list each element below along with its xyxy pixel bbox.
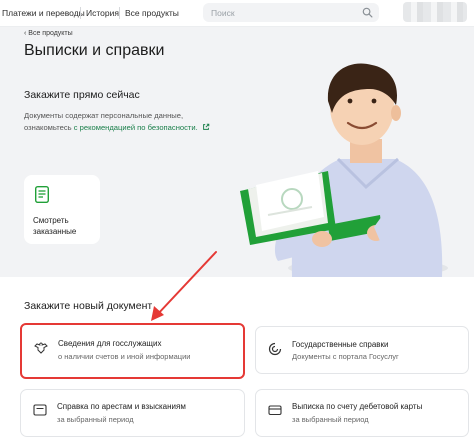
user-avatar-blurred[interactable] (403, 2, 467, 22)
document-list-icon (35, 186, 49, 203)
gosuslugi-icon (268, 342, 282, 356)
eagle-icon (34, 342, 48, 354)
arrests-certificate-card[interactable]: Справка по арестам и взысканиям за выбра… (20, 389, 245, 437)
search-icon (362, 7, 373, 18)
view-ordered-documents-card[interactable]: Смотреть заказанные (24, 175, 100, 244)
nav-divider (80, 7, 81, 19)
back-link-label: Все продукты (28, 30, 73, 37)
nav-all-products[interactable]: Все продукты (125, 8, 179, 18)
debit-card-statement-title: Выписка по счету дебетовой карты (292, 402, 423, 411)
view-ordered-line1: Смотреть (33, 216, 69, 225)
search-placeholder: Поиск (211, 8, 235, 18)
view-ordered-label: Смотреть заказанные (33, 215, 76, 237)
debit-card-statement-card[interactable]: Выписка по счету дебетовой карты за выбр… (255, 389, 469, 437)
back-link[interactable]: ‹ Все продукты (24, 30, 73, 37)
civil-servant-info-card[interactable]: Сведения для госслужащих о наличии счето… (20, 323, 245, 379)
arrests-certificate-title: Справка по арестам и взысканиям (57, 402, 186, 411)
security-notice: Документы содержат персональные данные, … (24, 110, 214, 134)
top-navigation: Платежи и переводы История Все продукты … (0, 0, 474, 27)
document-icon (33, 404, 47, 416)
civil-servant-info-subtitle: о наличии счетов и иной информации (58, 352, 191, 361)
search-input[interactable]: Поиск (203, 3, 379, 22)
state-certificates-subtitle: Документы с портала Госуслуг (292, 352, 399, 361)
state-certificates-title: Государственные справки (292, 340, 389, 349)
state-certificates-card[interactable]: Государственные справки Документы с порт… (255, 326, 469, 374)
page-title: Выписки и справки (24, 42, 165, 59)
card-icon (268, 405, 282, 416)
view-ordered-line2: заказанные (33, 227, 77, 236)
security-recommendation-link[interactable]: с рекомендацией по безопасности. (74, 123, 198, 132)
nav-payments[interactable]: Платежи и переводы (2, 8, 85, 18)
hero-subtitle: Закажите прямо сейчас (24, 89, 140, 101)
civil-servant-info-title: Сведения для госслужащих (58, 339, 162, 348)
external-link-icon (202, 123, 210, 130)
nav-divider (119, 7, 120, 19)
arrests-certificate-subtitle: за выбранный период (57, 415, 134, 424)
debit-card-statement-subtitle: за выбранный период (292, 415, 369, 424)
nav-history[interactable]: История (86, 8, 119, 18)
new-document-heading: Закажите новый документ (24, 300, 153, 312)
man-with-folder-illustration (240, 63, 448, 277)
